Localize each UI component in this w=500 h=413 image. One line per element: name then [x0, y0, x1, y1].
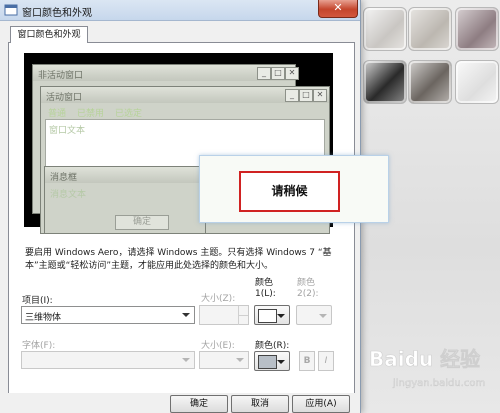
minimize-icon: _ [285, 89, 299, 102]
ok-button[interactable]: 确定 [170, 395, 228, 413]
size-z-spinner[interactable] [199, 305, 249, 325]
close-icon: ✕ [313, 89, 327, 102]
close-icon: ✕ [285, 67, 299, 80]
apply-button[interactable]: 应用(A) [292, 395, 350, 413]
font-color-picker[interactable] [254, 351, 290, 371]
color-r-label: 颜色(R): [255, 341, 290, 351]
minimize-icon: _ [257, 67, 271, 80]
dialog-footer: 确定 取消 应用(A) [0, 393, 360, 413]
wait-label: 请稍候 [239, 171, 340, 212]
menu-selected: 已选定 [115, 109, 143, 119]
cancel-button[interactable]: 取消 [231, 395, 289, 413]
chevron-down-icon [236, 358, 244, 362]
menu-normal: 普通 [48, 109, 67, 119]
bold-button[interactable]: B [299, 351, 315, 371]
window-text: 窗口文本 [49, 126, 86, 136]
spin-down-icon [238, 315, 248, 325]
close-button[interactable]: ✕ [318, 0, 358, 18]
spin-up-icon [238, 306, 248, 315]
font-label: 字体(F): [22, 341, 56, 351]
font-select[interactable] [21, 351, 195, 369]
watermark-brand: Baidu 经验 [369, 347, 480, 371]
watermark-url: jingyan.baidu.com [392, 378, 485, 389]
chevron-down-icon [277, 314, 285, 318]
theme-swatch[interactable] [455, 60, 499, 104]
maximize-icon: □ [299, 89, 313, 102]
dialog-titlebar: 窗口颜色和外观 ✕ [0, 0, 360, 21]
size-z-label: 大小(Z): [201, 294, 236, 304]
aero-info-text: 要启用 Windows Aero，请选择 Windows 主题。只有选择 Win… [25, 248, 332, 271]
preview-ok-button: 确定 [115, 215, 169, 230]
font-color-swatch [258, 355, 277, 369]
appearance-icon [4, 4, 18, 16]
inactive-window-title: 非活动窗口 [38, 71, 84, 81]
italic-button[interactable]: I [318, 351, 334, 371]
tab-window-color[interactable]: 窗口颜色和外观 [10, 26, 88, 43]
color1-swatch [258, 309, 277, 323]
chevron-down-icon [277, 360, 285, 364]
chevron-down-icon [319, 314, 327, 318]
chevron-down-icon [182, 358, 190, 362]
theme-swatch[interactable] [363, 60, 407, 104]
theme-swatch[interactable] [455, 7, 499, 51]
baidu-jingyan-watermark: Baidu 经验 jingyan.baidu.com [369, 347, 486, 389]
theme-swatch[interactable] [363, 7, 407, 51]
active-window-title: 活动窗口 [46, 93, 83, 103]
color2-label: 颜色 2(2): [297, 278, 319, 299]
preview-message-box: 消息框 消息文本 确定 [44, 166, 206, 234]
menu-disabled: 已禁用 [77, 109, 105, 119]
item-label: 项目(I): [22, 296, 53, 306]
dialog-title: 窗口颜色和外观 [22, 8, 92, 19]
item-select-value: 三维物体 [25, 313, 62, 323]
item-select[interactable]: 三维物体 [21, 306, 195, 324]
message-text: 消息文本 [50, 190, 87, 200]
message-box-title: 消息框 [50, 173, 78, 183]
color2-picker[interactable] [296, 305, 332, 325]
maximize-icon: □ [271, 67, 285, 80]
chevron-down-icon [182, 313, 190, 317]
theme-swatch[interactable] [408, 60, 452, 104]
theme-swatch[interactable] [408, 7, 452, 51]
color1-label: 颜色 1(L): [255, 278, 276, 299]
size-e-label: 大小(E): [201, 341, 235, 351]
color1-picker[interactable] [254, 305, 290, 325]
font-size-select[interactable] [199, 351, 249, 369]
